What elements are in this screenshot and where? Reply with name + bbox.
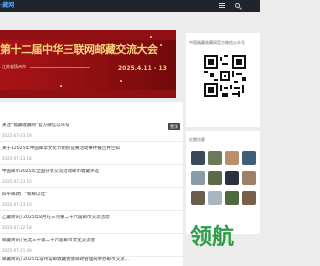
article-title[interactable]: 中国邮币2025年全国分享交流活动邮币收藏评选 [2,169,177,175]
avatar[interactable] [208,151,222,165]
search-icon[interactable] [234,2,242,10]
article-title[interactable]: 四平邮政厂“和掉以北” [2,192,177,198]
list-item[interactable]: 乙藏简讯] 2025年8月在三河重二十六届邮币交流活动 2025-07-22 1… [0,212,183,234]
article-list: 关注“福藏收藏网”官方微信公众号 2025-07-23 19 置顶 关于1202… [0,102,183,266]
article-title[interactable]: 关注“福藏收藏网”官方微信公众号 [2,123,177,129]
menu-icon[interactable] [219,2,225,10]
avatar[interactable] [208,191,222,205]
banner-divider [30,67,90,68]
avatar[interactable] [225,151,239,165]
article-date: 2025-07-23 10 [2,179,32,184]
avatar[interactable] [191,151,205,165]
site-logo[interactable]: ·藏网 [0,2,14,10]
banner-title: 第十二届中华三联网邮藏交流大会 [0,43,158,56]
qr-panel-title: 中国福藏收藏网官方微信公众号 [189,40,245,45]
avatar[interactable] [208,171,222,185]
article-date: 2025-07-23 19 [2,133,32,138]
list-item[interactable]: 四平邮政厂“和掉以北” 2025-07-23 10 [0,189,183,211]
avatar[interactable] [191,191,205,205]
top-navigation-bar: ·藏网 [0,0,260,12]
article-title[interactable]: 邮藏简讯] 2025年常州常邮收藏协会邮政管理局举办邮币交流... [2,257,177,263]
watermark-text: 领航 [190,225,235,250]
decoration-dot [60,85,62,87]
qr-code-panel: 中国福藏收藏网官方微信公众号 [186,33,260,127]
avatar[interactable] [225,171,239,185]
article-title[interactable]: 乙藏简讯] 2025年8月在三河重二十六届邮币交流活动 [2,215,177,221]
article-title[interactable]: 邮藏简讯] 先北三十第二十六届邮币文化交流会 [2,238,177,244]
list-item[interactable]: 邮藏简讯] 2025年常州常邮收藏协会邮政管理局举办邮币交流... [0,255,183,266]
article-date: 2025-07-21 09 [2,248,32,253]
decoration-dot [150,36,152,38]
article-date: 2025-07-23 18 [2,156,32,161]
avatar[interactable] [242,151,256,165]
article-date: 2025-07-22 18 [2,225,32,230]
article-title[interactable]: 关于12025年中国邮票文化节组织竞赛活动事件报告并告知 [2,146,177,152]
event-banner[interactable]: 第十二届中华三联网邮藏交流大会 江苏省扬州市 2025.4.11 - 13 [0,30,176,98]
pinned-badge: 置顶 [168,123,180,130]
list-item[interactable]: 关注“福藏收藏网”官方微信公众号 2025-07-23 19 置顶 [0,120,183,142]
list-item[interactable]: 关于12025年中国邮票文化节组织竞赛活动事件报告并告知 2025-07-23 … [0,143,183,165]
decoration-dot [120,80,122,82]
avatar[interactable] [242,171,256,185]
list-item[interactable]: 邮藏简讯] 先北三十第二十六届邮币文化交流会 2025-07-21 09 [0,235,183,257]
avatar[interactable] [225,191,239,205]
visitors-title: 近期访客 [189,137,205,142]
article-date: 2025-07-23 10 [2,202,32,207]
banner-location: 江苏省扬州市 [2,64,26,69]
avatar[interactable] [242,191,256,205]
banner-date: 2025.4.11 - 13 [118,65,167,72]
avatar[interactable] [191,171,205,185]
list-item[interactable]: 中国邮币2025年全国分享交流活动邮币收藏评选 2025-07-23 10 [0,166,183,188]
qr-code [204,55,246,97]
